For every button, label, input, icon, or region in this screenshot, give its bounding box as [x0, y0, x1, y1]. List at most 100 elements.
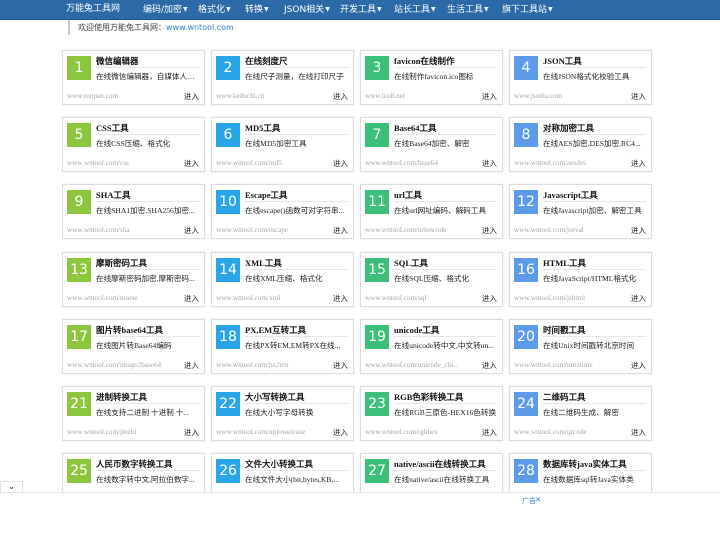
card-enter-link[interactable]: 进入 — [184, 225, 199, 236]
card-title[interactable]: Base64工具 — [394, 122, 437, 134]
tool-card[interactable]: 17 图片转base64工具 在线图片转Base64编码 www.wntool.com… — [62, 319, 205, 374]
card-enter-link[interactable]: 进入 — [631, 225, 646, 236]
tool-card[interactable]: 4 JSON工具 在线JSON格式化校验工具 www.jsonla.com 进入 — [509, 50, 652, 105]
card-url[interactable]: www.wntool.com/css — [67, 159, 175, 167]
tool-card[interactable]: 18 PX,EM互转工具 在线PX转EM,EM转PX在线... www.wntool.… — [211, 319, 354, 374]
card-url[interactable]: www.wntool.com/image2base64 — [67, 361, 175, 369]
card-url[interactable]: www.wntool.com/jshtml — [514, 294, 622, 302]
tool-card[interactable]: 21 进制转换工具 在线支持二进制 十进制 十... www.wntool.com/j… — [62, 386, 205, 441]
card-url[interactable]: www.wntool.com/md5 — [216, 159, 324, 167]
card-url[interactable]: www.keduchi.cn — [216, 92, 324, 100]
card-title[interactable]: SQL工具 — [394, 257, 428, 269]
nav-item-8[interactable]: 生活工具▼ — [447, 0, 489, 19]
card-url[interactable]: www.wntool.com/px2em — [216, 361, 324, 369]
tool-card[interactable]: 5 CSS工具 在线CSS压缩、格式化 www.wntool.com/css 进入 — [62, 117, 205, 172]
card-enter-link[interactable]: 进入 — [184, 91, 199, 102]
card-url[interactable]: www.wntool.com/jseval — [514, 226, 622, 234]
card-title[interactable]: XML工具 — [245, 257, 282, 269]
card-url[interactable]: www.wntool.com/base64 — [365, 159, 473, 167]
card-enter-link[interactable]: 进入 — [184, 293, 199, 304]
nav-item-7[interactable]: 站长工具▼ — [394, 0, 436, 19]
tool-card[interactable]: 1 微信编辑器 在线微信编辑器，自媒体人必备... www.roupan.com 进入 — [62, 50, 205, 105]
nav-item-6[interactable]: 开发工具▼ — [340, 0, 382, 19]
tool-card[interactable]: 19 unicode工具 在线unicode转中文,中文转un... www.wnto… — [360, 319, 503, 374]
card-enter-link[interactable]: 进入 — [482, 360, 497, 371]
tool-card[interactable]: 10 Escape工具 在线escape()函数可对字符串... www.wntool… — [211, 184, 354, 239]
card-url[interactable]: www.wntool.com/rgbhex — [365, 428, 473, 436]
card-title[interactable]: HTML工具 — [543, 257, 586, 269]
card-url[interactable]: www.wntool.com/aesdes — [514, 159, 622, 167]
tool-card[interactable]: 22 大小写转换工具 在线大小写字母转换 www.wntool.com/uplower… — [211, 386, 354, 441]
card-enter-link[interactable]: 进入 — [631, 91, 646, 102]
nav-item-9[interactable]: 旗下工具站▼ — [502, 0, 553, 19]
tool-card[interactable]: 23 RGB色彩转换工具 在线RGB三原色-HEX16色转换 www.wntool.c… — [360, 386, 503, 441]
card-title[interactable]: unicode工具 — [394, 324, 439, 336]
card-title[interactable]: 进制转换工具 — [96, 391, 147, 403]
card-title[interactable]: 人民币数字转换工具 — [96, 458, 173, 470]
card-enter-link[interactable]: 进入 — [333, 360, 348, 371]
card-enter-link[interactable]: 进入 — [333, 158, 348, 169]
card-url[interactable]: www.wntool.com/sha — [67, 226, 175, 234]
card-enter-link[interactable]: 进入 — [333, 293, 348, 304]
collapse-button[interactable]: ⌄ — [0, 481, 23, 493]
tool-card[interactable]: 16 HTML工具 在线JavaScript/HTML格式化 www.wntool.c… — [509, 252, 652, 307]
card-url[interactable]: www.roupan.com — [67, 92, 175, 100]
card-enter-link[interactable]: 进入 — [333, 91, 348, 102]
card-enter-link[interactable]: 进入 — [482, 293, 497, 304]
card-enter-link[interactable]: 进入 — [631, 427, 646, 438]
card-enter-link[interactable]: 进入 — [482, 225, 497, 236]
card-title[interactable]: 时间戳工具 — [543, 324, 586, 336]
card-enter-link[interactable]: 进入 — [184, 427, 199, 438]
tool-card[interactable]: 6 MD5工具 在线MD5加密工具 www.wntool.com/md5 进入 — [211, 117, 354, 172]
card-title[interactable]: 对称加密工具 — [543, 122, 594, 134]
tool-card[interactable]: 8 对称加密工具 在线AES加密,DES加密,RC4... www.wntool.co… — [509, 117, 652, 172]
tool-card[interactable]: 7 Base64工具 在线Base64加密、解密 www.wntool.com/bas… — [360, 117, 503, 172]
card-url[interactable]: www.wntool.com/escape — [216, 226, 324, 234]
card-title[interactable]: MD5工具 — [245, 122, 280, 134]
tool-card[interactable]: 12 Javascript工具 在线Javascript加密、解密工具 www.wnt… — [509, 184, 652, 239]
card-enter-link[interactable]: 进入 — [631, 158, 646, 169]
card-url[interactable]: www.wntool.com/morse — [67, 294, 175, 302]
tool-card[interactable]: 15 SQL工具 在线SQL压缩、格式化 www.wntool.com/sql 进入 — [360, 252, 503, 307]
card-title[interactable]: Escape工具 — [245, 189, 288, 201]
card-enter-link[interactable]: 进入 — [482, 427, 497, 438]
card-title[interactable]: 二维码工具 — [543, 391, 586, 403]
card-url[interactable]: www.jsonla.com — [514, 92, 622, 100]
card-title[interactable]: JSON工具 — [543, 55, 582, 67]
tool-card[interactable]: 20 时间戳工具 在线Unix时间戳转北京时间 www.wntool.com/unix… — [509, 319, 652, 374]
card-url[interactable]: www.wntool.com/qrcode — [514, 428, 622, 436]
card-title[interactable]: 微信编辑器 — [96, 55, 139, 67]
card-title[interactable]: RGB色彩转换工具 — [394, 391, 463, 403]
card-title[interactable]: favicon在线制作 — [394, 55, 454, 67]
card-title[interactable]: 图片转base64工具 — [96, 324, 163, 336]
card-enter-link[interactable]: 进入 — [184, 360, 199, 371]
card-url[interactable]: www.wntool.com/xml — [216, 294, 324, 302]
card-url[interactable]: www.wntool.com/urlencode — [365, 226, 473, 234]
card-url[interactable]: www.wntool.com/uplowercase — [216, 428, 324, 436]
card-url[interactable]: www.wntool.com/unixtime — [514, 361, 622, 369]
card-title[interactable]: 数据库转java实体工具 — [543, 458, 627, 470]
card-title[interactable]: native/ascii在线转换工具 — [394, 458, 486, 470]
card-enter-link[interactable]: 进入 — [333, 427, 348, 438]
card-title[interactable]: PX,EM互转工具 — [245, 324, 306, 336]
ad-close-icon[interactable]: ✕ — [535, 496, 541, 504]
card-title[interactable]: Javascript工具 — [543, 189, 598, 201]
card-title[interactable]: 大小写转换工具 — [245, 391, 305, 403]
card-title[interactable]: SHA工具 — [96, 189, 130, 201]
tool-card[interactable]: 24 二维码工具 在线二维码生成、解密 www.wntool.com/qrcode 进入 — [509, 386, 652, 441]
card-enter-link[interactable]: 进入 — [482, 91, 497, 102]
card-title[interactable]: url工具 — [394, 189, 422, 201]
card-enter-link[interactable]: 进入 — [631, 360, 646, 371]
card-url[interactable]: www.wntool.com/jinzhi — [67, 428, 175, 436]
card-enter-link[interactable]: 进入 — [631, 293, 646, 304]
card-enter-link[interactable]: 进入 — [333, 225, 348, 236]
card-url[interactable]: www.ico8.net — [365, 92, 473, 100]
nav-item-1[interactable]: 万能兔工具网 — [66, 0, 120, 19]
nav-item-3[interactable]: 格式化▼ — [198, 0, 231, 19]
card-enter-link[interactable]: 进入 — [184, 158, 199, 169]
welcome-site-link[interactable]: www.wntool.com — [166, 23, 234, 32]
tool-card[interactable]: 11 url工具 在线url网址编码、解码工具 www.wntool.com/urle… — [360, 184, 503, 239]
card-title[interactable]: 在线刻度尺 — [245, 55, 288, 67]
tool-card[interactable]: 9 SHA工具 在线SHA1加密,SHA256加密... www.wntool.com… — [62, 184, 205, 239]
tool-card[interactable]: 14 XML工具 在线XML压缩、格式化 www.wntool.com/xml 进入 — [211, 252, 354, 307]
